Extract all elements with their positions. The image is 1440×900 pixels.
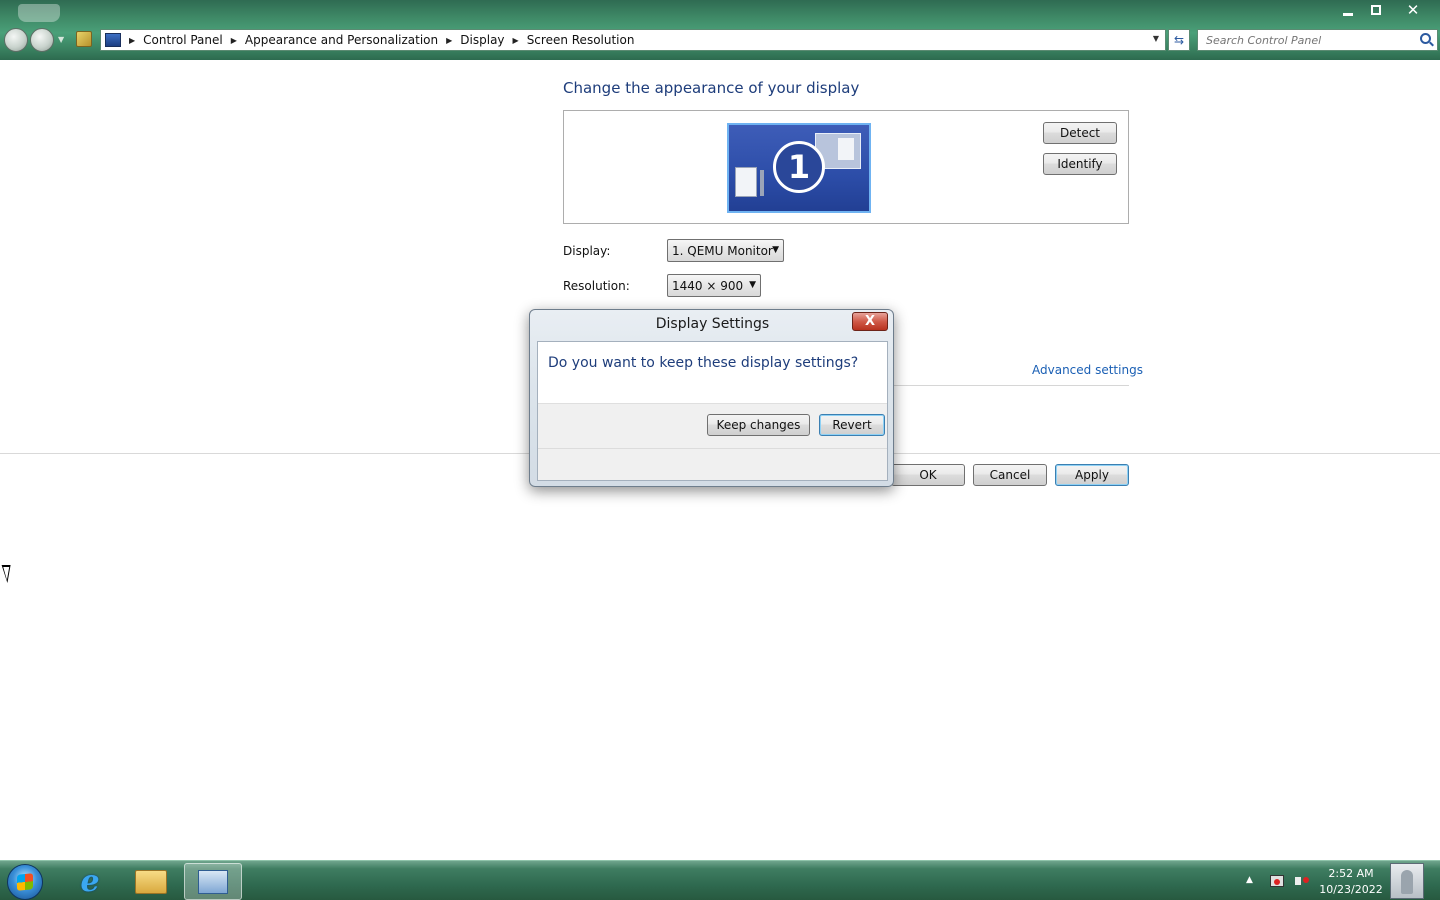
- monitor-number-badge: 1: [773, 141, 825, 193]
- taskbar-internet-explorer[interactable]: e: [61, 863, 119, 900]
- address-history-dropdown-icon[interactable]: ▼: [1153, 34, 1159, 43]
- search-box[interactable]: [1197, 29, 1438, 51]
- advanced-settings-link[interactable]: Advanced settings: [1032, 363, 1143, 377]
- breadcrumb-appearance[interactable]: Appearance and Personalization: [245, 33, 438, 47]
- search-icon[interactable]: [1420, 33, 1431, 44]
- close-icon: ✕: [1406, 1, 1420, 19]
- start-button[interactable]: [7, 864, 43, 900]
- volume-muted-icon[interactable]: [1295, 875, 1309, 887]
- search-input[interactable]: [1198, 30, 1413, 50]
- maximize-button[interactable]: [1362, 0, 1390, 20]
- mouse-pointer-icon: [0, 565, 11, 583]
- dialog-question: Do you want to keep these display settin…: [548, 355, 859, 371]
- folder-icon: [135, 869, 167, 894]
- recent-pages-dropdown-icon[interactable]: ▼: [58, 35, 64, 44]
- breadcrumb-control-panel[interactable]: Control Panel: [143, 33, 223, 47]
- back-button[interactable]: [4, 28, 28, 52]
- divider: [893, 385, 1129, 386]
- taskbar-windows-explorer[interactable]: [122, 863, 180, 900]
- dialog-footer: Keep changes Revert: [538, 403, 887, 480]
- chevron-down-icon: ▼: [749, 280, 756, 290]
- cancel-button[interactable]: Cancel: [973, 464, 1047, 486]
- breadcrumb-separator-icon[interactable]: ▶: [513, 36, 519, 45]
- apply-button[interactable]: Apply: [1055, 464, 1129, 486]
- dialog-body: Do you want to keep these display settin…: [537, 341, 888, 481]
- address-bar[interactable]: ▶ Control Panel ▶ Appearance and Persona…: [100, 29, 1166, 51]
- dialog-title: Display Settings: [655, 316, 770, 332]
- display-settings-dialog: Display Settings X Do you want to keep t…: [529, 309, 894, 487]
- dialog-close-button[interactable]: X: [852, 312, 888, 331]
- divider: [538, 448, 887, 449]
- maximize-icon: [1371, 5, 1381, 15]
- window-glass-highlight: [18, 4, 60, 22]
- monitor-preview-document-icon: [735, 167, 764, 197]
- clock-date: 10/23/2022: [1319, 883, 1383, 896]
- display-label: Display:: [563, 244, 611, 258]
- minimize-icon: [1343, 12, 1353, 16]
- taskbar-control-panel[interactable]: [184, 863, 242, 900]
- revert-button[interactable]: Revert: [819, 414, 885, 436]
- control-panel-icon: [198, 869, 228, 894]
- refresh-button[interactable]: ⇆: [1168, 29, 1190, 51]
- page-title: Change the appearance of your display: [563, 79, 860, 97]
- breadcrumb-separator-icon[interactable]: ▶: [129, 36, 135, 45]
- control-panel-icon: [105, 33, 121, 47]
- resolution-select[interactable]: 1440 × 900 ▼: [667, 274, 761, 297]
- internet-explorer-icon: e: [80, 864, 100, 899]
- folder-up-icon[interactable]: [76, 31, 92, 47]
- keep-changes-button[interactable]: Keep changes: [707, 414, 810, 436]
- breadcrumb-screen-resolution[interactable]: Screen Resolution: [527, 33, 635, 47]
- display-select[interactable]: 1. QEMU Monitor ▼: [667, 239, 784, 262]
- taskbar-clock[interactable]: 2:52 AM 10/23/2022: [1312, 866, 1390, 898]
- window-chrome: ✕ ▼ ▶ Control Panel ▶ Appearance and Per…: [0, 0, 1440, 60]
- detect-button[interactable]: Detect: [1043, 122, 1117, 144]
- identify-button[interactable]: Identify: [1043, 153, 1117, 175]
- breadcrumb-separator-icon[interactable]: ▶: [446, 36, 452, 45]
- breadcrumb-separator-icon[interactable]: ▶: [231, 36, 237, 45]
- close-icon: X: [864, 314, 876, 329]
- forward-button[interactable]: [30, 28, 54, 52]
- ok-button[interactable]: OK: [891, 464, 965, 486]
- close-window-button[interactable]: ✕: [1390, 0, 1436, 20]
- network-icon[interactable]: [1270, 875, 1284, 887]
- resolution-select-value: 1440 × 900: [672, 278, 744, 293]
- taskbar: e ▲ 2:52 AM 10/23/2022: [0, 860, 1440, 900]
- monitor-1-tile[interactable]: 1: [727, 123, 871, 213]
- refresh-icon: ⇆: [1173, 33, 1185, 47]
- display-select-value: 1. QEMU Monitor: [672, 243, 773, 258]
- clock-time: 2:52 AM: [1328, 867, 1374, 880]
- resolution-label: Resolution:: [563, 279, 630, 293]
- user-avatar[interactable]: [1390, 863, 1424, 899]
- breadcrumb-display[interactable]: Display: [460, 33, 504, 47]
- show-hidden-icons-icon[interactable]: ▲: [1246, 875, 1253, 885]
- minimize-button[interactable]: [1334, 0, 1362, 20]
- chevron-down-icon: ▼: [772, 245, 779, 255]
